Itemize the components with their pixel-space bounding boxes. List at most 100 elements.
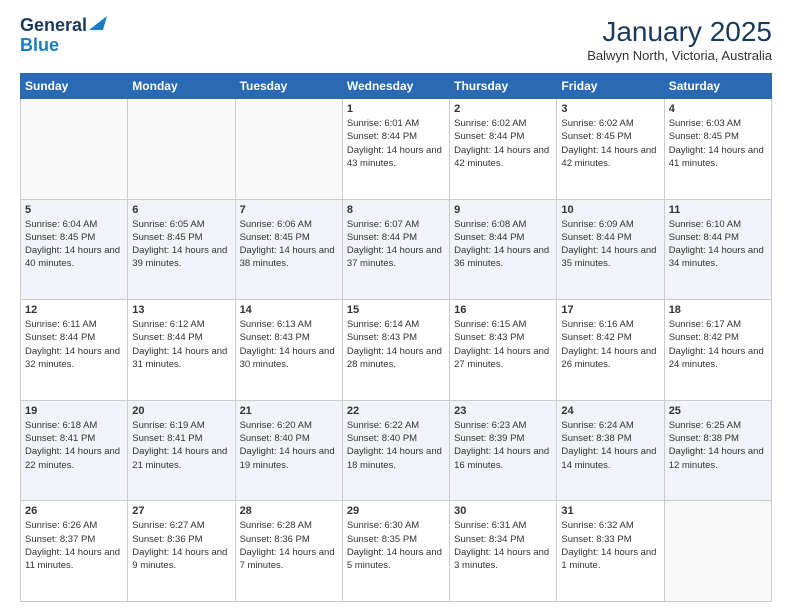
table-row: 6Sunrise: 6:05 AMSunset: 8:45 PMDaylight… [128, 199, 235, 300]
day-number: 4 [669, 103, 767, 115]
table-row [21, 99, 128, 200]
table-row: 2Sunrise: 6:02 AMSunset: 8:44 PMDaylight… [450, 99, 557, 200]
sunrise-time: Sunrise: 6:23 AM [454, 419, 552, 432]
day-info: Sunrise: 6:05 AMSunset: 8:45 PMDaylight:… [132, 218, 230, 271]
sunrise-time: Sunrise: 6:01 AM [347, 117, 445, 130]
daylight-hours: Daylight: 14 hours and 36 minutes. [454, 244, 552, 271]
daylight-hours: Daylight: 14 hours and 1 minute. [561, 546, 659, 573]
daylight-hours: Daylight: 14 hours and 14 minutes. [561, 445, 659, 472]
day-info: Sunrise: 6:31 AMSunset: 8:34 PMDaylight:… [454, 519, 552, 572]
table-row: 30Sunrise: 6:31 AMSunset: 8:34 PMDayligh… [450, 501, 557, 602]
day-number: 11 [669, 204, 767, 216]
sunrise-time: Sunrise: 6:17 AM [669, 318, 767, 331]
col-tuesday: Tuesday [235, 74, 342, 99]
sunrise-time: Sunrise: 6:14 AM [347, 318, 445, 331]
sunrise-time: Sunrise: 6:07 AM [347, 218, 445, 231]
subtitle: Balwyn North, Victoria, Australia [587, 48, 772, 63]
sunrise-time: Sunrise: 6:09 AM [561, 218, 659, 231]
title-block: January 2025 Balwyn North, Victoria, Aus… [587, 16, 772, 63]
sunset-time: Sunset: 8:42 PM [561, 331, 659, 344]
day-info: Sunrise: 6:17 AMSunset: 8:42 PMDaylight:… [669, 318, 767, 371]
day-number: 2 [454, 103, 552, 115]
table-row [235, 99, 342, 200]
table-row: 14Sunrise: 6:13 AMSunset: 8:43 PMDayligh… [235, 300, 342, 401]
sunset-time: Sunset: 8:44 PM [561, 231, 659, 244]
daylight-hours: Daylight: 14 hours and 7 minutes. [240, 546, 338, 573]
day-number: 5 [25, 204, 123, 216]
daylight-hours: Daylight: 14 hours and 34 minutes. [669, 244, 767, 271]
table-row: 19Sunrise: 6:18 AMSunset: 8:41 PMDayligh… [21, 400, 128, 501]
calendar-week-row: 12Sunrise: 6:11 AMSunset: 8:44 PMDayligh… [21, 300, 772, 401]
col-wednesday: Wednesday [342, 74, 449, 99]
daylight-hours: Daylight: 14 hours and 3 minutes. [454, 546, 552, 573]
sunset-time: Sunset: 8:43 PM [347, 331, 445, 344]
table-row: 25Sunrise: 6:25 AMSunset: 8:38 PMDayligh… [664, 400, 771, 501]
daylight-hours: Daylight: 14 hours and 11 minutes. [25, 546, 123, 573]
main-title: January 2025 [587, 16, 772, 48]
daylight-hours: Daylight: 14 hours and 18 minutes. [347, 445, 445, 472]
day-number: 27 [132, 505, 230, 517]
page: General Blue January 2025 Balwyn North, … [0, 0, 792, 612]
sunrise-time: Sunrise: 6:28 AM [240, 519, 338, 532]
col-sunday: Sunday [21, 74, 128, 99]
calendar-header-row: Sunday Monday Tuesday Wednesday Thursday… [21, 74, 772, 99]
day-number: 23 [454, 405, 552, 417]
sunset-time: Sunset: 8:41 PM [132, 432, 230, 445]
day-info: Sunrise: 6:03 AMSunset: 8:45 PMDaylight:… [669, 117, 767, 170]
sunset-time: Sunset: 8:33 PM [561, 533, 659, 546]
sunset-time: Sunset: 8:37 PM [25, 533, 123, 546]
table-row: 31 Sunrise: 6:32 AMSunset: 8:33 PMDayligh… [557, 501, 664, 602]
table-row: 7Sunrise: 6:06 AMSunset: 8:45 PMDaylight… [235, 199, 342, 300]
day-info: Sunrise: 6:09 AMSunset: 8:44 PMDaylight:… [561, 218, 659, 271]
daylight-hours: Daylight: 14 hours and 24 minutes. [669, 345, 767, 372]
day-info: Sunrise: 6:32 AMSunset: 8:33 PMDaylight:… [561, 519, 659, 572]
daylight-hours: Daylight: 14 hours and 16 minutes. [454, 445, 552, 472]
sunset-time: Sunset: 8:44 PM [669, 231, 767, 244]
day-info: Sunrise: 6:02 AMSunset: 8:45 PMDaylight:… [561, 117, 659, 170]
sunrise-time: Sunrise: 6:10 AM [669, 218, 767, 231]
day-info: Sunrise: 6:01 AMSunset: 8:44 PMDaylight:… [347, 117, 445, 170]
sunrise-time: Sunrise: 6:16 AM [561, 318, 659, 331]
sunrise-time: Sunrise: 6:04 AM [25, 218, 123, 231]
sunrise-time: Sunrise: 6:22 AM [347, 419, 445, 432]
calendar-week-row: 1Sunrise: 6:01 AMSunset: 8:44 PMDaylight… [21, 99, 772, 200]
calendar-week-row: 26Sunrise: 6:26 AMSunset: 8:37 PMDayligh… [21, 501, 772, 602]
sunrise-time: Sunrise: 6:08 AM [454, 218, 552, 231]
calendar-week-row: 19Sunrise: 6:18 AMSunset: 8:41 PMDayligh… [21, 400, 772, 501]
sunrise-time: Sunrise: 6:11 AM [25, 318, 123, 331]
sunset-time: Sunset: 8:39 PM [454, 432, 552, 445]
daylight-hours: Daylight: 14 hours and 30 minutes. [240, 345, 338, 372]
day-number: 28 [240, 505, 338, 517]
sunset-time: Sunset: 8:44 PM [347, 231, 445, 244]
col-thursday: Thursday [450, 74, 557, 99]
daylight-hours: Daylight: 14 hours and 38 minutes. [240, 244, 338, 271]
sunset-time: Sunset: 8:44 PM [25, 331, 123, 344]
calendar-week-row: 5Sunrise: 6:04 AMSunset: 8:45 PMDaylight… [21, 199, 772, 300]
day-info: Sunrise: 6:28 AMSunset: 8:36 PMDaylight:… [240, 519, 338, 572]
daylight-hours: Daylight: 14 hours and 42 minutes. [561, 144, 659, 171]
table-row: 9Sunrise: 6:08 AMSunset: 8:44 PMDaylight… [450, 199, 557, 300]
sunset-time: Sunset: 8:45 PM [669, 130, 767, 143]
daylight-hours: Daylight: 14 hours and 5 minutes. [347, 546, 445, 573]
day-number: 16 [454, 304, 552, 316]
daylight-hours: Daylight: 14 hours and 37 minutes. [347, 244, 445, 271]
table-row: 27Sunrise: 6:27 AMSunset: 8:36 PMDayligh… [128, 501, 235, 602]
day-number: 18 [669, 304, 767, 316]
sunset-time: Sunset: 8:36 PM [240, 533, 338, 546]
sunset-time: Sunset: 8:34 PM [454, 533, 552, 546]
sunrise-time: Sunrise: 6:15 AM [454, 318, 552, 331]
day-info: Sunrise: 6:08 AMSunset: 8:44 PMDaylight:… [454, 218, 552, 271]
sunrise-time: Sunrise: 6:32 AM [561, 519, 659, 532]
day-number: 8 [347, 204, 445, 216]
sunrise-time: Sunrise: 6:02 AM [454, 117, 552, 130]
day-info: Sunrise: 6:25 AMSunset: 8:38 PMDaylight:… [669, 419, 767, 472]
daylight-hours: Daylight: 14 hours and 27 minutes. [454, 345, 552, 372]
calendar-table: Sunday Monday Tuesday Wednesday Thursday… [20, 73, 772, 602]
table-row [128, 99, 235, 200]
day-number: 22 [347, 405, 445, 417]
day-number: 31 [561, 505, 659, 517]
table-row: 26Sunrise: 6:26 AMSunset: 8:37 PMDayligh… [21, 501, 128, 602]
sunset-time: Sunset: 8:40 PM [347, 432, 445, 445]
table-row: 10Sunrise: 6:09 AMSunset: 8:44 PMDayligh… [557, 199, 664, 300]
table-row: 1Sunrise: 6:01 AMSunset: 8:44 PMDaylight… [342, 99, 449, 200]
